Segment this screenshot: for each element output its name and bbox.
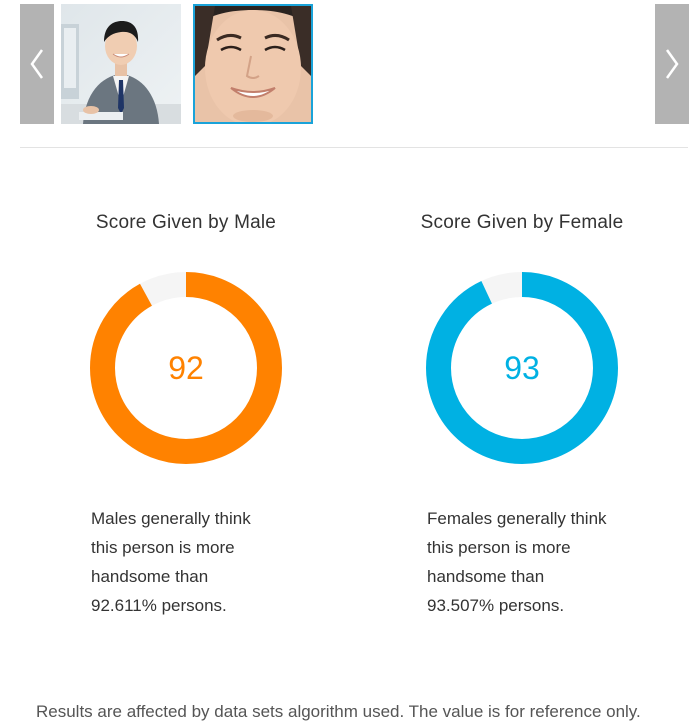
female-desc-line-3: handsome than bbox=[427, 567, 545, 586]
chevron-right-icon bbox=[665, 49, 679, 79]
female-score-ring: 93 bbox=[426, 272, 618, 464]
male-score-value: 92 bbox=[168, 349, 204, 386]
office-man-photo bbox=[61, 4, 181, 124]
male-desc-line-1: Males generally think bbox=[91, 509, 251, 528]
female-score-title: Score Given by Female bbox=[420, 212, 624, 233]
carousel-prev-button[interactable] bbox=[20, 4, 54, 124]
thumbnail-face-closeup-selected[interactable] bbox=[193, 4, 313, 124]
male-desc-line-2: this person is more bbox=[91, 538, 235, 557]
female-desc-line-1: Females generally think bbox=[427, 509, 607, 528]
male-score-ring: 92 bbox=[90, 272, 282, 464]
carousel-next-button[interactable] bbox=[655, 4, 689, 124]
male-desc-line-3: handsome than bbox=[91, 567, 209, 586]
female-desc-line-2: this person is more bbox=[427, 538, 571, 557]
face-closeup-photo bbox=[195, 6, 311, 122]
male-score-description: Males generally think this person is mor… bbox=[91, 504, 291, 620]
section-divider bbox=[20, 147, 688, 148]
female-score-description: Females generally think this person is m… bbox=[427, 504, 627, 620]
male-score-title: Score Given by Male bbox=[95, 212, 277, 233]
chevron-left-icon bbox=[30, 49, 44, 79]
female-score-value: 93 bbox=[504, 349, 540, 386]
photo-carousel bbox=[0, 0, 690, 130]
disclaimer-text: Results are affected by data sets algori… bbox=[36, 702, 641, 721]
male-desc-line-4: 92.611% persons. bbox=[91, 596, 227, 615]
female-desc-line-4: 93.507% persons. bbox=[427, 596, 565, 615]
thumbnail-office-photo[interactable] bbox=[61, 4, 181, 124]
